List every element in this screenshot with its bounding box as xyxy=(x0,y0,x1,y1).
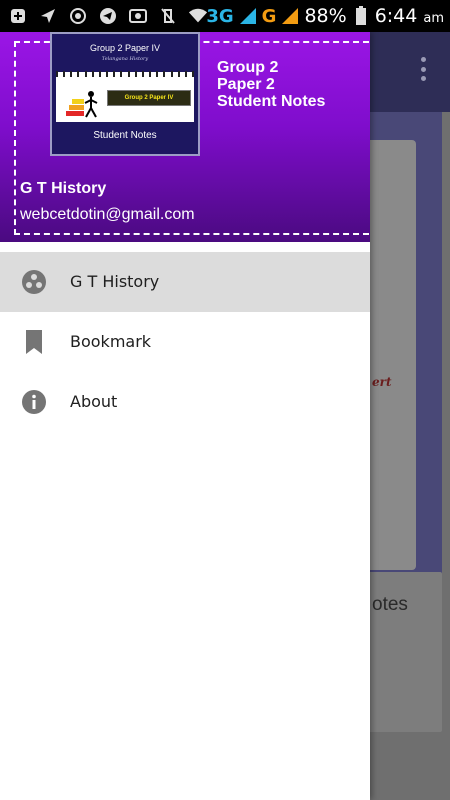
info-icon xyxy=(21,389,47,415)
card-partial-title: otes xyxy=(372,594,408,615)
book-cover-footer: Student Notes xyxy=(93,130,157,141)
history-icon xyxy=(21,269,47,295)
send-arrow-icon xyxy=(38,6,58,26)
menu-item-about[interactable]: About xyxy=(0,372,370,432)
menu-label-about: About xyxy=(70,392,118,411)
user-email: webcetdotin@gmail.com xyxy=(20,206,195,223)
network-g-label: G xyxy=(261,5,277,27)
app-name-line-1: Group 2 xyxy=(217,59,279,76)
network-3g-label: 3G xyxy=(206,5,234,27)
book-cover-title: Group 2 Paper IV xyxy=(89,43,161,53)
bookmark-icon xyxy=(21,329,47,355)
battery-icon xyxy=(351,6,371,26)
stairs-figure-icon xyxy=(66,91,98,118)
photo-icon xyxy=(128,6,148,26)
vibrate-off-icon xyxy=(158,6,178,26)
app-name: Group 2 Paper 2 Student Notes xyxy=(217,59,367,110)
card-partial-text: ert xyxy=(372,375,392,389)
app-name-line-3: Student Notes xyxy=(217,93,326,110)
status-bar: 3G G 88% 6:44 am xyxy=(0,0,450,32)
menu-item-gt-history[interactable]: G T History xyxy=(0,252,370,312)
navigation-drawer: Group 2 Paper IV Telangana History Group… xyxy=(0,32,370,800)
battery-percent: 88% xyxy=(304,5,347,27)
user-name: G T History xyxy=(20,180,107,197)
telegram-icon xyxy=(98,6,118,26)
notebook-spiral xyxy=(56,71,194,77)
wifi-icon xyxy=(188,6,208,26)
clock-time: 6:44 xyxy=(374,5,418,27)
book-cover-banner: Group 2 Paper IV xyxy=(107,90,191,106)
overflow-menu-icon[interactable] xyxy=(420,57,426,81)
menu-item-bookmark[interactable]: Bookmark xyxy=(0,312,370,372)
drawer-menu: G T History Bookmark About xyxy=(0,252,370,432)
whatsapp-icon xyxy=(68,6,88,26)
book-cover-subtitle: Telangana History xyxy=(101,56,149,62)
add-notification-icon xyxy=(8,6,28,26)
signal-icon xyxy=(238,6,258,26)
signal-icon-2 xyxy=(280,6,300,26)
app-name-line-2: Paper 2 xyxy=(217,76,275,93)
menu-label-gt-history: G T History xyxy=(70,272,160,291)
clock-ampm: am xyxy=(423,10,444,26)
menu-label-bookmark: Bookmark xyxy=(70,332,152,351)
drawer-header: Group 2 Paper IV Telangana History Group… xyxy=(0,32,370,242)
book-cover-image: Group 2 Paper IV Telangana History Group… xyxy=(50,32,200,156)
